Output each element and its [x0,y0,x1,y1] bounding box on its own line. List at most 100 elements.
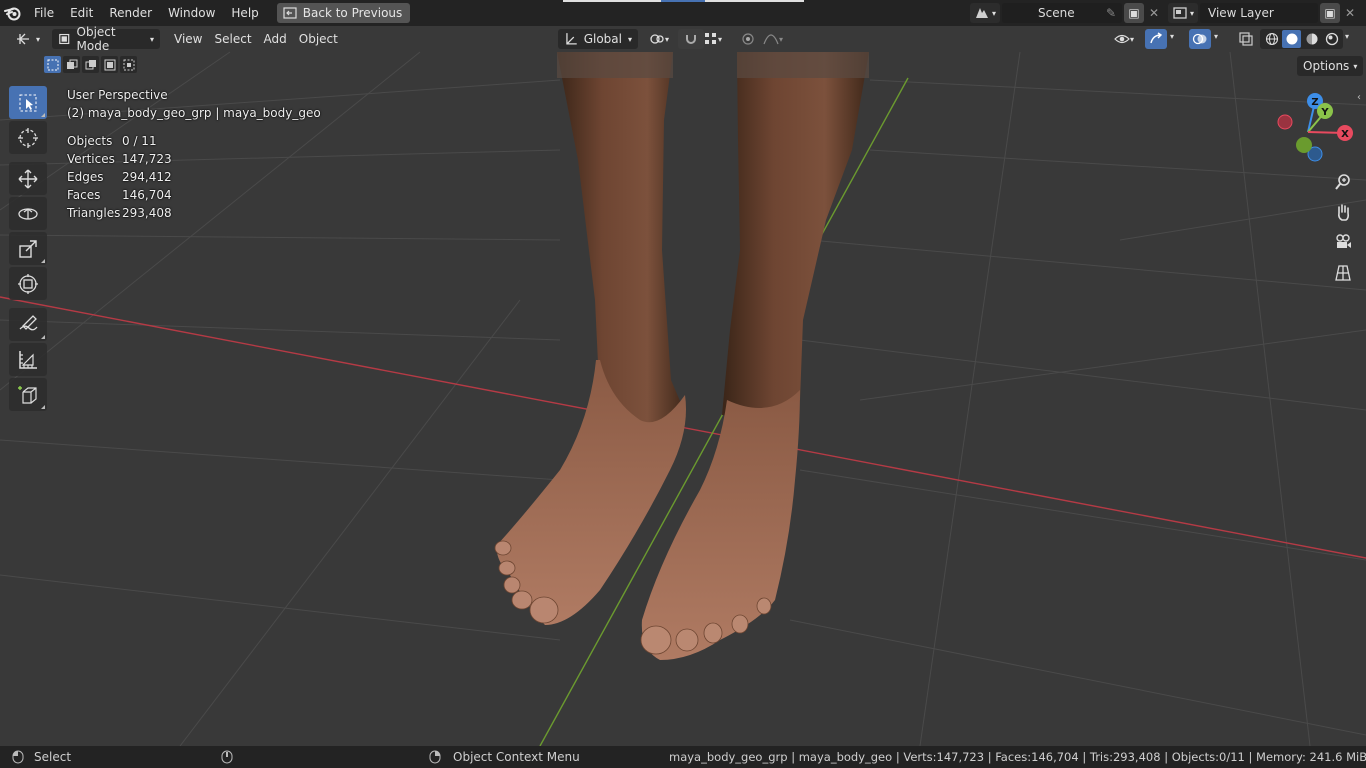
tool-transform[interactable] [9,267,47,300]
snap-target-button[interactable]: ▾ [698,29,728,49]
camera-view-button[interactable] [1330,229,1356,255]
pan-view-button[interactable] [1330,199,1356,225]
select-new-icon[interactable] [44,56,61,73]
view-layer-name: View Layer [1208,6,1274,20]
menu-edit[interactable]: Edit [62,0,101,26]
mouse-left-icon [12,750,24,764]
back-to-previous-label: Back to Previous [302,6,403,20]
eye-icon [1114,34,1130,44]
transform-orientation-selector[interactable]: Global ▾ [558,29,638,49]
perspective-toggle-button[interactable] [1330,260,1356,286]
tool-cursor[interactable] [9,121,47,154]
object-mode-icon [59,33,70,45]
tool-rotate[interactable] [9,197,47,230]
stat-value: 146,704 [122,188,172,202]
zoom-view-button[interactable] [1330,169,1356,195]
view-name: User Perspective [67,88,168,102]
transform-icon [18,273,38,294]
select-invert-icon[interactable] [101,56,118,73]
select-extend-icon[interactable] [63,56,80,73]
shading-chevron-down-icon[interactable]: ▾ [1345,32,1349,41]
view-layer-icon [1173,7,1187,19]
overlays-chevron-down-icon[interactable]: ▾ [1214,32,1218,41]
new-view-layer-icon[interactable]: ▣ [1320,3,1341,23]
tool-measure[interactable] [9,343,47,376]
editor-type-button[interactable]: ▾ [10,29,46,49]
status-mid-action: Object Context Menu [453,750,580,764]
status-info: maya_body_geo_grp | maya_body_geo | Vert… [669,750,1366,764]
blender-logo-icon[interactable] [0,0,26,26]
mode-label: Object Mode [76,25,116,53]
scene-name-field[interactable]: Scene ✎ [1002,3,1123,23]
chevron-down-icon: ▾ [779,34,784,44]
stat-row-faces: Faces 146,704 [67,186,321,204]
top-bar: File Edit Render Window Help Back to Pre… [0,0,1366,26]
snap-grid-icon [705,33,716,44]
status-bar: Select Object Context Menu maya_body_geo… [0,746,1366,768]
gizmo-toggle[interactable] [1145,29,1167,49]
menu-view[interactable]: View [168,29,208,49]
gizmo-z-label: Z [1311,97,1318,108]
gizmo-x-label: X [1341,129,1349,140]
tool-move[interactable] [9,162,47,195]
chevron-down-icon: ▾ [1353,61,1358,71]
menu-object[interactable]: Object [293,29,344,49]
stat-value: 147,723 [122,152,172,166]
tool-annotate[interactable] [9,308,47,341]
navigation-gizmo[interactable]: Z Y X [1270,88,1360,168]
viewport-header: ▾ Object Mode ▾ View Select Add Object G… [0,25,1366,53]
solid-shading-icon[interactable] [1282,30,1301,48]
select-box-icon [19,94,37,111]
proportional-falloff-button[interactable]: ▾ [757,29,789,49]
options-label: Options [1303,59,1350,73]
stat-label: Vertices [67,152,115,166]
new-scene-icon[interactable]: ▣ [1124,3,1145,23]
scene-browse-button[interactable]: ▾ [970,3,1001,23]
material-shading-icon[interactable] [1302,30,1321,48]
tool-scale[interactable] [9,232,47,265]
main-menu: File Edit Render Window Help [26,0,267,26]
options-button[interactable]: Options ▾ [1297,56,1364,76]
close-view-layer-icon[interactable]: ✕ [1342,6,1358,20]
chevron-down-icon: ▾ [1190,8,1195,18]
tool-select-box[interactable] [9,86,47,119]
scene-selector[interactable]: ▾ Scene ✎ ▣ ✕ [970,3,1162,23]
tool-add-cube[interactable] [9,378,47,411]
overlays-toggle[interactable] [1189,29,1211,49]
chevron-down-icon: ▾ [992,8,997,18]
view-layer-selector[interactable]: ▾ View Layer ▣ ✕ [1168,3,1358,23]
menu-select[interactable]: Select [209,29,258,49]
pivot-point-button[interactable]: ▾ [643,29,675,49]
view-layer-browse-button[interactable]: ▾ [1168,3,1199,23]
stat-row-triangles: Triangles 293,408 [67,204,321,222]
menu-render[interactable]: Render [101,0,160,26]
pin-icon[interactable]: ✎ [1106,6,1116,20]
xray-toggle[interactable] [1236,29,1256,49]
menu-file[interactable]: File [26,0,62,26]
annotate-pencil-icon [19,314,38,330]
chevron-down-icon: ▾ [150,34,155,44]
menu-add[interactable]: Add [258,29,293,49]
select-subtract-icon[interactable] [82,56,99,73]
camera-icon [1336,234,1351,248]
back-to-previous-button[interactable]: Back to Previous [276,3,411,23]
magnet-icon [686,35,696,44]
gizmo-chevron-down-icon[interactable]: ▾ [1170,32,1174,41]
stat-label: Faces [67,188,101,202]
object-visibility-button[interactable]: ▾ [1108,29,1140,49]
selection-mode-group [44,56,137,73]
mode-selector[interactable]: Object Mode ▾ [52,25,161,53]
wireframe-shading-icon[interactable] [1262,30,1281,48]
stat-label: Objects [67,134,113,148]
view-layer-name-field[interactable]: View Layer [1200,3,1319,23]
menu-window[interactable]: Window [160,0,223,26]
status-left-action: Select [34,750,72,764]
chevron-down-icon: ▾ [627,34,632,44]
xray-icon [1239,32,1253,46]
rendered-shading-icon[interactable] [1322,30,1341,48]
chevron-down-icon: ▾ [36,34,41,44]
chevron-down-icon: ▾ [718,34,723,44]
close-scene-icon[interactable]: ✕ [1146,6,1162,20]
select-intersect-icon[interactable] [120,56,137,73]
menu-help[interactable]: Help [223,0,266,26]
